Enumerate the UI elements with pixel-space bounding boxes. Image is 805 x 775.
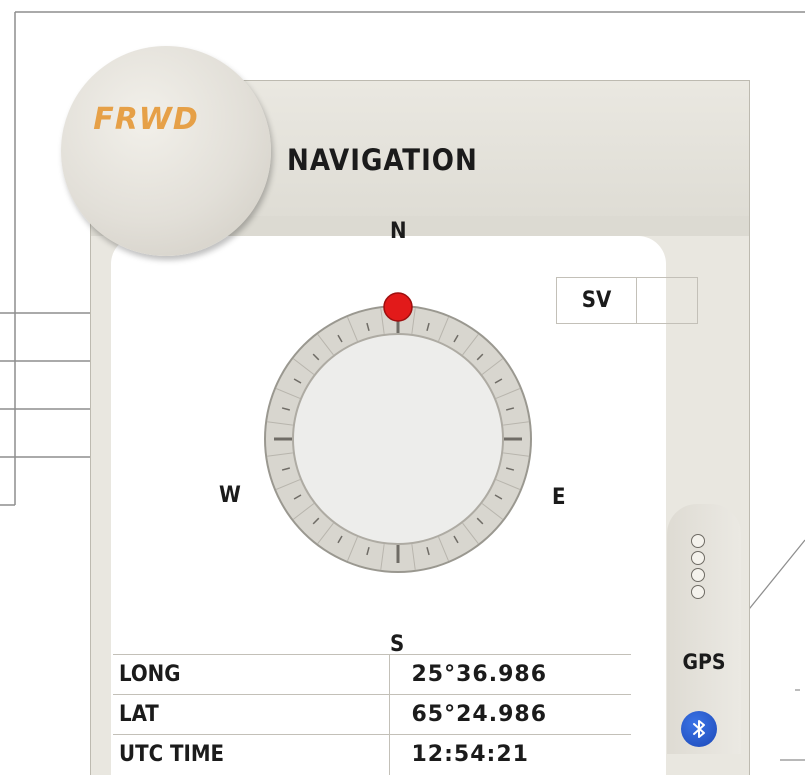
screen: N S E W SV LONG 25°36.986 LAT 65°24.986 … <box>0 0 805 775</box>
gps-signal-indicators <box>691 534 707 602</box>
gps-indicator-dot <box>691 551 705 565</box>
compass-west-label: W <box>219 483 241 508</box>
page-title: NAVIGATION <box>287 143 478 177</box>
bluetooth-icon <box>693 720 705 738</box>
latitude-label: LAT <box>113 694 390 735</box>
table-row: UTC TIME 12:54:21 <box>113 734 631 775</box>
compass-face <box>294 335 502 543</box>
gps-label: GPS <box>682 650 726 674</box>
longitude-value: 25°36.986 <box>411 662 548 687</box>
utc-time-value: 12:54:21 <box>411 742 529 768</box>
frwd-logo: FRWD <box>93 102 199 137</box>
heading-marker <box>383 292 413 322</box>
gps-indicator-dot <box>691 585 705 599</box>
bluetooth-button[interactable] <box>681 711 717 747</box>
sv-value <box>637 278 697 323</box>
compass-east-label: E <box>552 485 566 510</box>
sv-box: SV <box>556 277 698 324</box>
table-row: LONG 25°36.986 <box>113 654 631 695</box>
logo-badge[interactable]: FRWD <box>61 46 271 256</box>
table-row: LAT 65°24.986 <box>113 694 631 735</box>
sv-label: SV <box>557 278 637 323</box>
gps-indicator-dot <box>691 534 705 548</box>
compass-card: N S E W SV LONG 25°36.986 LAT 65°24.986 … <box>111 219 698 775</box>
navigation-panel: N S E W SV LONG 25°36.986 LAT 65°24.986 … <box>61 46 750 775</box>
gps-indicator-dot <box>691 568 705 582</box>
position-table: LONG 25°36.986 LAT 65°24.986 UTC TIME 12… <box>113 654 631 775</box>
gps-tab[interactable]: GPS <box>667 504 741 754</box>
latitude-value: 65°24.986 <box>411 702 548 727</box>
utc-time-label: UTC TIME <box>113 734 390 775</box>
longitude-label: LONG <box>113 654 390 695</box>
compass-north-label: N <box>390 219 407 244</box>
